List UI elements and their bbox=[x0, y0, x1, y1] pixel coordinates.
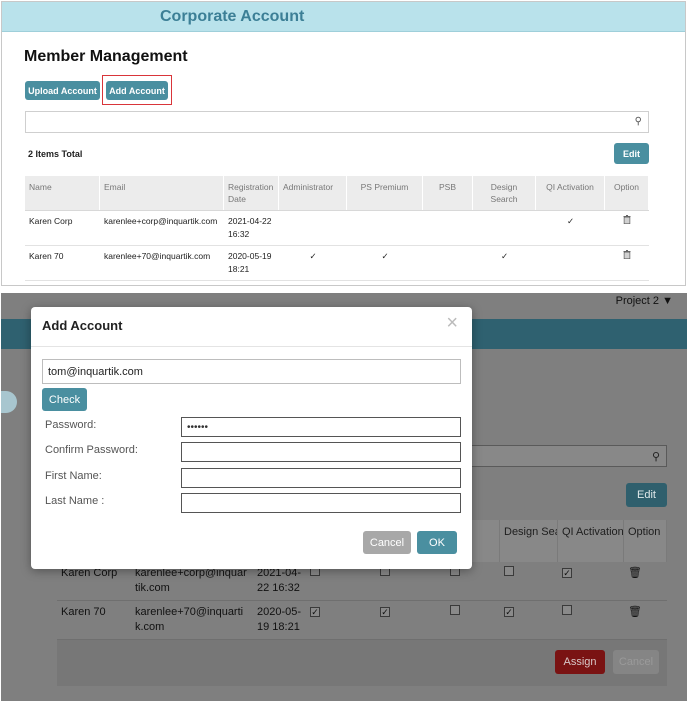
checkbox bbox=[504, 566, 514, 576]
dialog-header: Add Account × bbox=[31, 307, 472, 347]
cell-ps-premium bbox=[347, 211, 423, 245]
corporate-account-panel: Corporate Account Member Management Uplo… bbox=[1, 1, 686, 286]
password-field[interactable] bbox=[181, 417, 461, 437]
first-name-label: First Name: bbox=[45, 470, 102, 482]
cell-psb bbox=[423, 211, 473, 245]
project-label: Project 2 bbox=[615, 295, 660, 307]
cell-design-search bbox=[473, 211, 536, 245]
banner: Corporate Account bbox=[2, 2, 685, 32]
checkbox-checked: ✓ bbox=[504, 607, 514, 617]
checkbox-checked: ✓ bbox=[310, 607, 320, 617]
col-qi-activation: QI Activation bbox=[536, 176, 605, 210]
confirm-password-field[interactable] bbox=[181, 442, 461, 462]
banner-title: Corporate Account bbox=[160, 8, 305, 25]
col-psb: PSB bbox=[423, 176, 473, 210]
dialog-title: Add Account bbox=[42, 318, 123, 333]
upload-account-button[interactable]: Upload Account bbox=[25, 81, 100, 100]
search-icon[interactable]: ⚲ bbox=[635, 116, 642, 127]
page-title: Member Management bbox=[24, 48, 188, 65]
checkbox-checked: ✓ bbox=[562, 568, 572, 578]
background-search-input: ⚲ bbox=[471, 445, 667, 467]
password-label: Password: bbox=[45, 419, 97, 431]
cell-psb bbox=[423, 246, 473, 280]
trash-icon: 🗑 bbox=[628, 606, 642, 618]
checkbox bbox=[562, 605, 572, 615]
col-design-search: Design Sear bbox=[500, 520, 558, 562]
table-row: Karen 70 karenlee+70@inquartik.com 2020-… bbox=[57, 601, 667, 640]
cell-name: Karen Corp bbox=[29, 216, 73, 226]
search-input[interactable]: ⚲ bbox=[25, 111, 649, 133]
background-edit-button: Edit bbox=[626, 483, 667, 507]
cell-email: karenlee+70@inquartik.com bbox=[135, 606, 244, 633]
cell-qi-activation: ✓ bbox=[566, 216, 575, 226]
col-option: Option bbox=[624, 520, 667, 562]
project-selector[interactable]: Project 2 ▼ bbox=[616, 295, 673, 307]
cell-date: 2021-04-22 16:32 bbox=[228, 216, 272, 239]
col-administrator: Administrator bbox=[279, 176, 347, 210]
col-design-search: Design Search bbox=[473, 176, 536, 210]
member-table: Name Email Registration Date Administrat… bbox=[25, 176, 649, 281]
cancel-button[interactable]: Cancel bbox=[363, 531, 411, 554]
confirm-password-label: Confirm Password: bbox=[45, 444, 138, 456]
cell-administrator bbox=[279, 211, 347, 245]
last-name-field[interactable] bbox=[181, 493, 461, 513]
cell-email: karenlee+corp@inquartik.com bbox=[104, 216, 218, 226]
email-field[interactable] bbox=[42, 359, 461, 384]
edit-button[interactable]: Edit bbox=[614, 143, 649, 164]
cell-ps-premium: ✓ bbox=[381, 251, 389, 261]
items-total: 2 Items Total bbox=[28, 149, 83, 159]
search-icon: ⚲ bbox=[651, 451, 660, 463]
col-qi-activation: QI Activation bbox=[558, 520, 624, 562]
table-row: Karen Corp karenlee+corp@inquartik.com 2… bbox=[25, 211, 649, 246]
side-tab bbox=[1, 391, 17, 413]
col-ps-premium: PS Premium bbox=[347, 176, 423, 210]
trash-icon: 🗑 bbox=[628, 567, 642, 579]
col-option: Option bbox=[605, 176, 649, 210]
cell-name: Karen 70 bbox=[29, 251, 64, 261]
col-email: Email bbox=[100, 176, 224, 210]
background-cancel-button: Cancel bbox=[613, 650, 659, 674]
cell-date: 2020-05-19 18:21 bbox=[228, 251, 272, 274]
cell-date: 2020-05-19 18:21 bbox=[257, 606, 302, 633]
add-account-button[interactable]: Add Account bbox=[106, 81, 168, 100]
col-registration-date: Registration Date bbox=[224, 176, 279, 210]
trash-icon[interactable] bbox=[605, 246, 649, 280]
table-row: Karen 70 karenlee+70@inquartik.com 2020-… bbox=[25, 246, 649, 281]
last-name-label: Last Name : bbox=[45, 495, 105, 507]
assign-button: Assign bbox=[555, 650, 605, 674]
chevron-down-icon: ▼ bbox=[662, 295, 673, 307]
checkbox bbox=[450, 605, 460, 615]
cell-email: karenlee+70@inquartik.com bbox=[104, 251, 211, 261]
cell-qi-activation bbox=[536, 246, 605, 280]
cell-design-search: ✓ bbox=[500, 251, 509, 261]
check-button[interactable]: Check bbox=[42, 388, 87, 411]
trash-icon[interactable] bbox=[605, 211, 649, 245]
cell-name: Karen 70 bbox=[61, 606, 106, 618]
close-icon[interactable]: × bbox=[446, 313, 458, 333]
col-name: Name bbox=[25, 176, 100, 210]
table-header: Name Email Registration Date Administrat… bbox=[25, 176, 649, 211]
cell-administrator: ✓ bbox=[309, 251, 317, 261]
add-account-dialog: Add Account × Check Password: Confirm Pa… bbox=[31, 307, 472, 569]
ok-button[interactable]: OK bbox=[417, 531, 457, 554]
checkbox-checked: ✓ bbox=[380, 607, 390, 617]
table-footer: Assign Cancel bbox=[57, 640, 667, 686]
first-name-field[interactable] bbox=[181, 468, 461, 488]
